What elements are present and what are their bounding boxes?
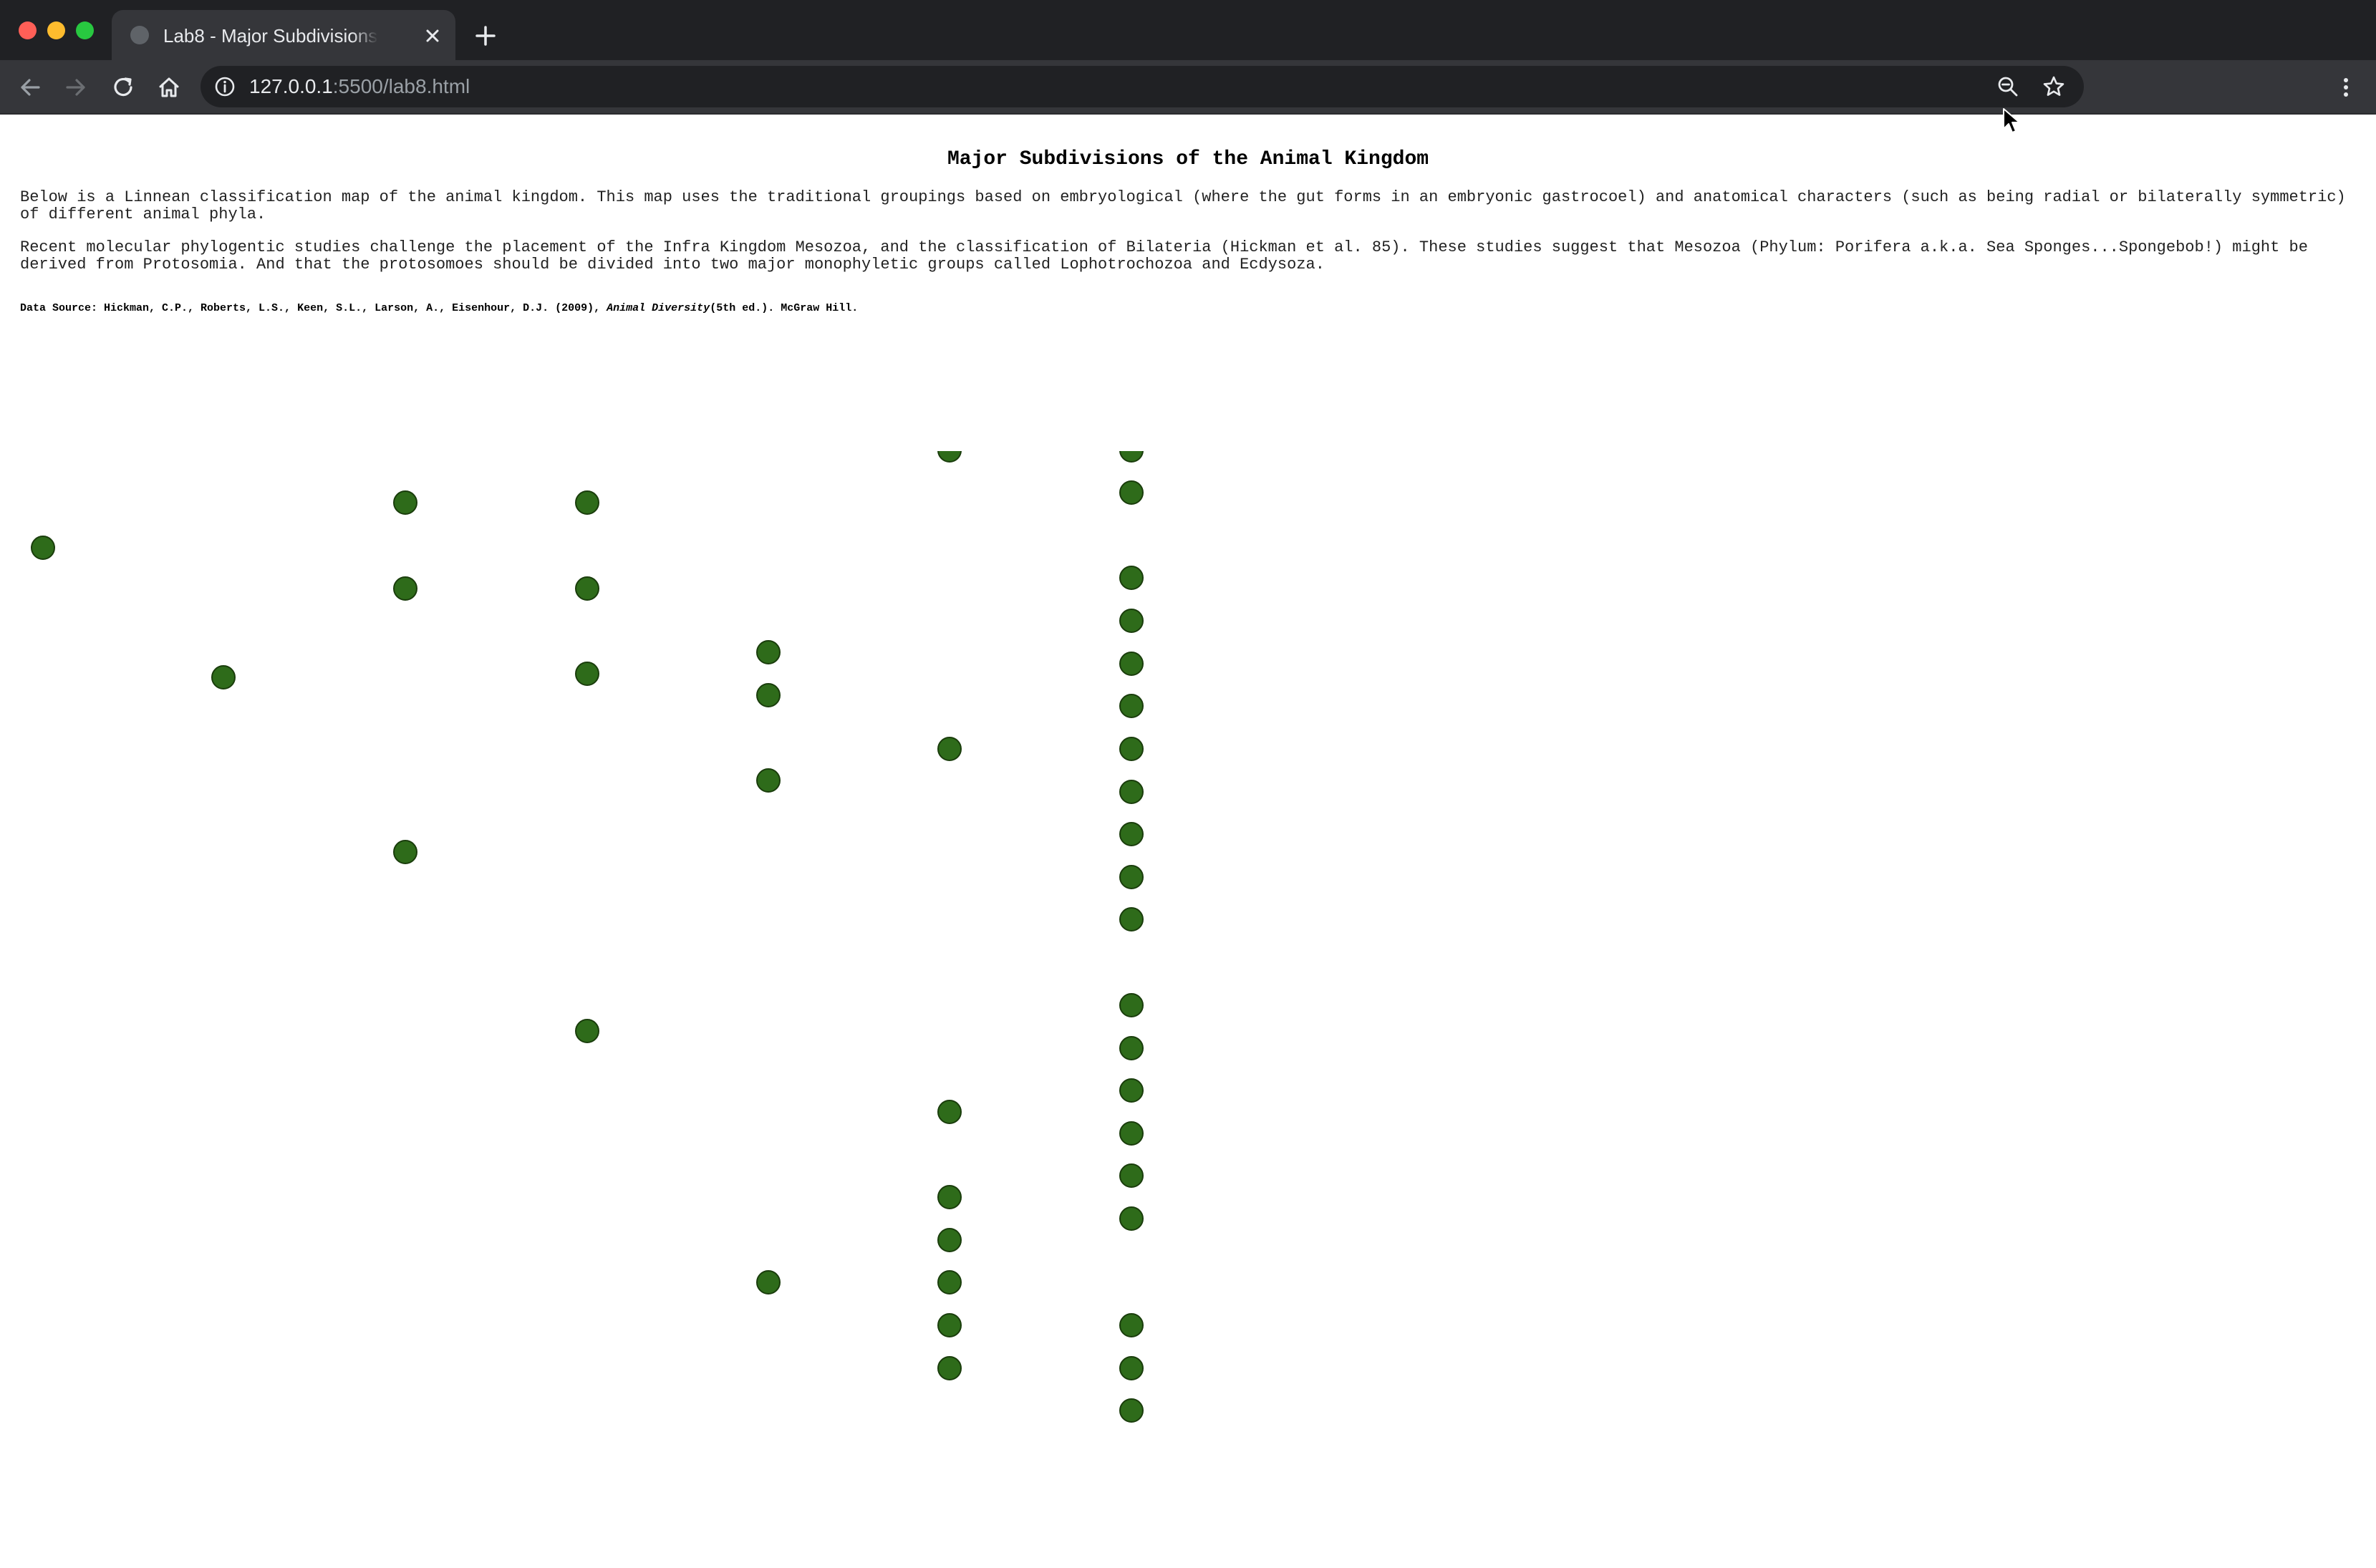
taxon-node[interactable] <box>1119 609 1144 633</box>
url-host: 127.0.0.1 <box>249 75 333 97</box>
info-icon[interactable] <box>213 75 236 98</box>
taxon-node[interactable] <box>1119 737 1144 761</box>
taxon-node[interactable] <box>575 662 599 686</box>
taxon-node[interactable] <box>1119 1078 1144 1103</box>
forward-arrow-icon[interactable] <box>62 73 90 102</box>
taxon-node[interactable] <box>1119 1398 1144 1423</box>
taxon-node[interactable] <box>211 665 236 689</box>
taxon-node[interactable] <box>937 451 962 463</box>
taxon-node[interactable] <box>1119 907 1144 931</box>
page-content: Major Subdivisions of the Animal Kingdom… <box>0 115 2376 1471</box>
taxon-node[interactable] <box>756 683 781 707</box>
close-icon[interactable] <box>421 24 444 47</box>
taxon-node[interactable] <box>756 1270 781 1294</box>
taxon-node[interactable] <box>937 1100 962 1124</box>
classification-tree[interactable] <box>0 451 1217 1568</box>
bookmark-star-icon[interactable] <box>2041 74 2067 100</box>
taxon-node[interactable] <box>1119 993 1144 1017</box>
taxon-node[interactable] <box>393 490 417 515</box>
taxon-node[interactable] <box>1119 780 1144 804</box>
browser-toolbar: 127.0.0.1:5500/lab8.html <box>0 60 2376 115</box>
zoom-out-icon[interactable] <box>1995 74 2021 100</box>
taxon-node[interactable] <box>575 576 599 601</box>
taxon-node[interactable] <box>393 576 417 601</box>
intro-paragraph: Below is a Linnean classification map of… <box>20 188 2346 223</box>
molecular-paragraph: Recent molecular phylogentic studies cha… <box>20 238 2308 274</box>
taxon-node[interactable] <box>1119 694 1144 718</box>
url-text[interactable]: 127.0.0.1:5500/lab8.html <box>249 75 470 98</box>
taxon-node[interactable] <box>1119 451 1144 463</box>
citation-text: Data Source: Hickman, C.P., Roberts, L.S… <box>20 302 601 314</box>
browser-titlebar: Lab8 - Major Subdivisions of the Animal … <box>0 0 2376 60</box>
window-close-button[interactable] <box>19 21 37 39</box>
window-maximize-button[interactable] <box>76 21 94 39</box>
home-icon[interactable] <box>155 73 183 102</box>
taxon-node[interactable] <box>1119 566 1144 590</box>
taxon-node[interactable] <box>575 490 599 515</box>
taxon-node[interactable] <box>937 1313 962 1337</box>
page-heading: Major Subdivisions of the Animal Kingdom <box>947 148 1429 170</box>
taxon-node[interactable] <box>937 1185 962 1209</box>
taxon-node[interactable] <box>1119 822 1144 846</box>
new-tab-icon[interactable] <box>473 23 498 49</box>
taxon-node[interactable] <box>937 1356 962 1380</box>
mouse-cursor-icon <box>2003 108 2020 133</box>
tab-title: Lab8 - Major Subdivisions of the Animal … <box>163 25 378 47</box>
taxon-node[interactable] <box>937 1270 962 1294</box>
taxon-node[interactable] <box>31 536 55 560</box>
globe-icon <box>130 26 149 44</box>
browser-tab[interactable]: Lab8 - Major Subdivisions of the Animal … <box>112 10 455 60</box>
taxon-node[interactable] <box>937 1228 962 1252</box>
window-minimize-button[interactable] <box>47 21 65 39</box>
taxon-node[interactable] <box>1119 1163 1144 1188</box>
taxon-node[interactable] <box>756 640 781 664</box>
taxon-node[interactable] <box>1119 480 1144 505</box>
taxon-node[interactable] <box>1119 1206 1144 1231</box>
taxon-node[interactable] <box>756 768 781 793</box>
taxon-node[interactable] <box>1119 1036 1144 1060</box>
back-arrow-icon[interactable] <box>16 73 44 102</box>
taxon-node[interactable] <box>393 840 417 864</box>
address-bar[interactable]: 127.0.0.1:5500/lab8.html <box>201 66 2084 107</box>
reload-icon[interactable] <box>109 73 137 102</box>
more-menu-icon[interactable] <box>2332 73 2360 102</box>
taxon-node[interactable] <box>575 1019 599 1043</box>
citation-book-title: Animal Diversity <box>607 302 710 314</box>
taxon-node[interactable] <box>1119 865 1144 889</box>
taxon-node[interactable] <box>1119 1121 1144 1146</box>
citation-edition: (5th ed.). McGraw Hill. <box>710 302 859 314</box>
taxon-node[interactable] <box>937 737 962 761</box>
taxon-node[interactable] <box>1119 1356 1144 1380</box>
url-path: :5500/lab8.html <box>332 75 470 97</box>
taxon-node[interactable] <box>1119 652 1144 676</box>
data-source-citation: Data Source: Hickman, C.P., Roberts, L.S… <box>20 302 858 315</box>
taxon-node[interactable] <box>1119 1313 1144 1337</box>
